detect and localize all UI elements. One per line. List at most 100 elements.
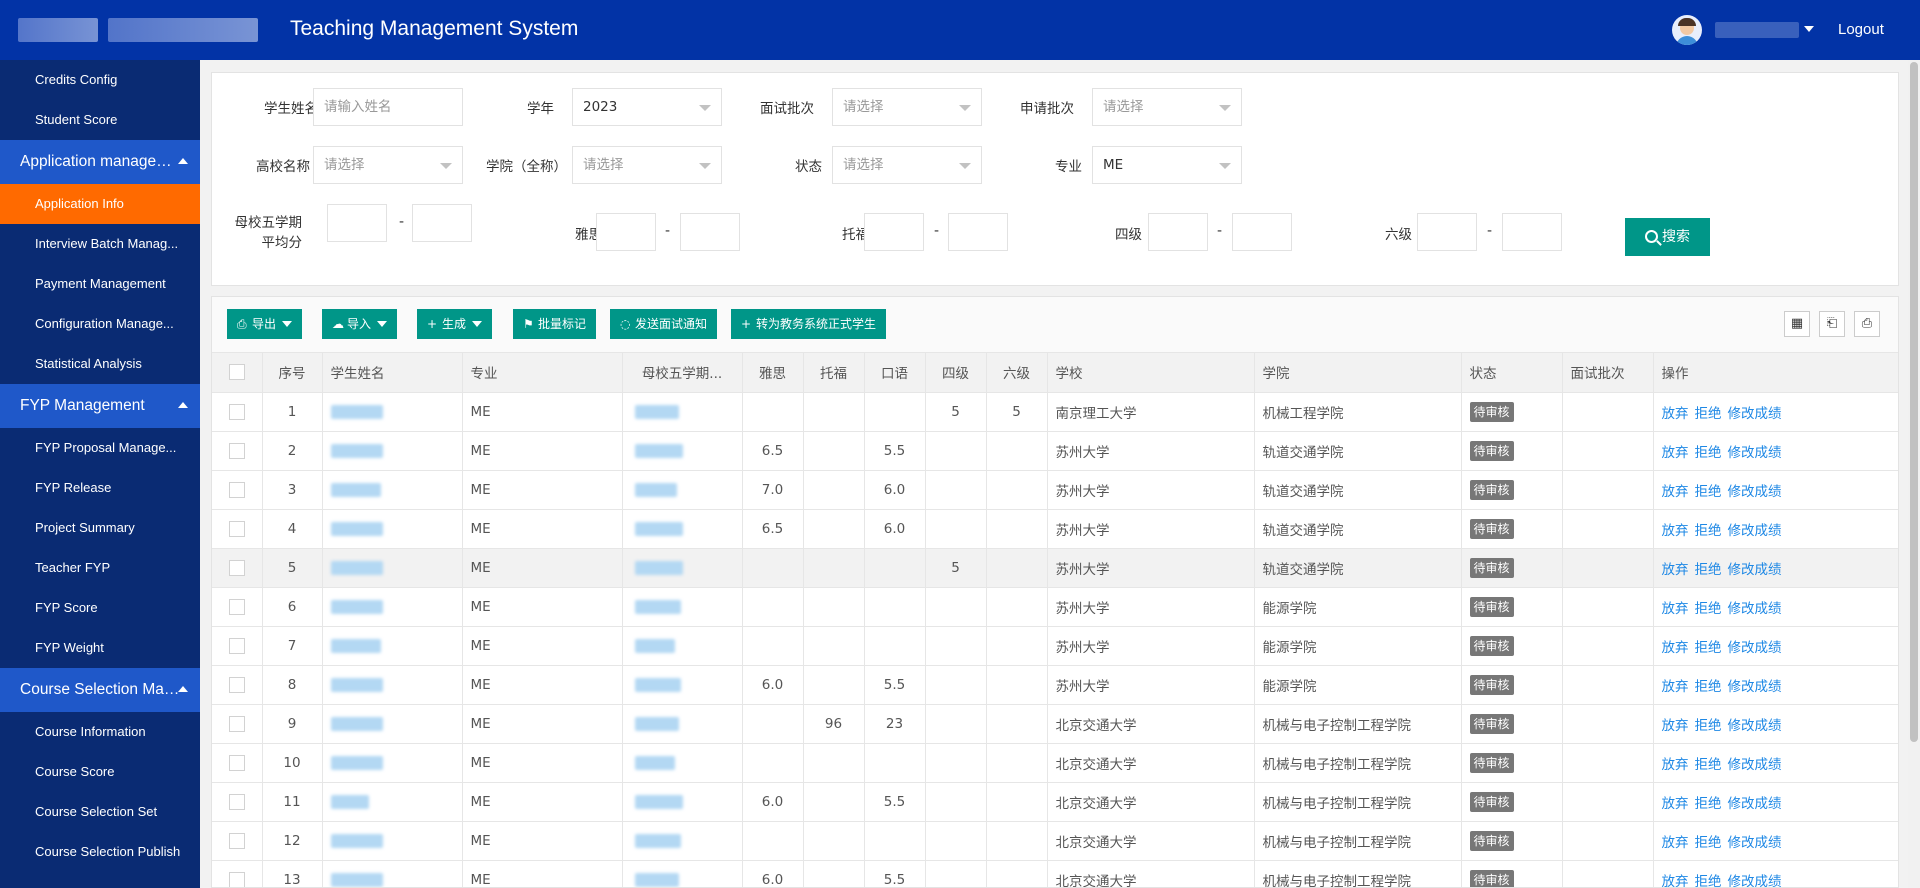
toefl-cell[interactable]: [803, 548, 865, 588]
cet6-max-input[interactable]: [1502, 213, 1562, 251]
university-select[interactable]: 请选择: [313, 146, 463, 184]
reject-link[interactable]: 拒绝: [1695, 601, 1722, 617]
cet4-cell[interactable]: [925, 704, 987, 744]
reject-link[interactable]: 拒绝: [1695, 445, 1722, 461]
cet6-min-input[interactable]: [1417, 213, 1477, 251]
import-button[interactable]: ☁ 导入: [322, 309, 398, 339]
cet4-cell[interactable]: [925, 743, 987, 783]
cet6-cell[interactable]: [986, 704, 1048, 744]
abandon-link[interactable]: 放弃: [1662, 835, 1689, 851]
toefl-cell[interactable]: [803, 509, 865, 549]
export-file-icon[interactable]: ⎗: [1819, 311, 1845, 337]
row-checkbox[interactable]: [228, 754, 245, 771]
scrollbar-thumb[interactable]: [1910, 62, 1918, 742]
toefl-cell[interactable]: [803, 470, 865, 510]
ielts-cell[interactable]: [742, 587, 804, 627]
page-scrollbar[interactable]: [1908, 60, 1920, 888]
cet6-cell[interactable]: [986, 470, 1048, 510]
col-header[interactable]: 雅思: [742, 353, 804, 393]
ielts-cell[interactable]: [742, 821, 804, 861]
col-header[interactable]: 学生姓名: [322, 353, 463, 393]
sidebar-item-interview-batch[interactable]: Interview Batch Manag...: [0, 224, 200, 264]
ielts-min-input[interactable]: [596, 213, 656, 251]
row-checkbox[interactable]: [228, 637, 245, 654]
cet6-cell[interactable]: [986, 860, 1048, 887]
cet6-cell[interactable]: [986, 821, 1048, 861]
abandon-link[interactable]: 放弃: [1662, 874, 1689, 888]
ielts-cell[interactable]: [742, 704, 804, 744]
cet4-cell[interactable]: [925, 509, 987, 549]
status-select[interactable]: 请选择: [832, 146, 982, 184]
table-row[interactable]: 12 ME 北京交通大学 机械与电子控制工程学院 待审核 放弃 拒绝 修改成绩: [212, 821, 1898, 861]
cet6-cell[interactable]: [986, 743, 1048, 783]
gpa-max-input[interactable]: [412, 204, 472, 242]
toefl-cell[interactable]: [803, 821, 865, 861]
cet4-cell[interactable]: [925, 782, 987, 822]
reject-link[interactable]: 拒绝: [1695, 523, 1722, 539]
cet6-cell[interactable]: [986, 626, 1048, 666]
year-select[interactable]: 2023: [572, 88, 722, 126]
table-row[interactable]: 7 ME 苏州大学 能源学院 待审核 放弃 拒绝 修改成绩: [212, 626, 1898, 666]
apply-batch-select[interactable]: 请选择: [1092, 88, 1242, 126]
cet4-min-input[interactable]: [1148, 213, 1208, 251]
col-header[interactable]: 学院: [1254, 353, 1462, 393]
search-button[interactable]: 搜索: [1625, 218, 1710, 256]
row-checkbox[interactable]: [228, 715, 245, 732]
user-avatar[interactable]: [1672, 15, 1702, 45]
row-select-cell[interactable]: [212, 509, 263, 549]
sidebar-item-application-info[interactable]: Application Info: [0, 184, 200, 224]
reject-link[interactable]: 拒绝: [1695, 406, 1722, 422]
edit-score-link[interactable]: 修改成绩: [1728, 757, 1782, 773]
abandon-link[interactable]: 放弃: [1662, 445, 1689, 461]
table-row[interactable]: 2 ME 6.5 5.5 苏州大学 轨道交通学院 待审核 放弃 拒绝 修改成绩: [212, 431, 1898, 471]
table-row[interactable]: 8 ME 6.0 5.5 苏州大学 能源学院 待审核 放弃 拒绝 修改成绩: [212, 665, 1898, 705]
row-select-cell[interactable]: [212, 860, 263, 887]
row-select-cell[interactable]: [212, 470, 263, 510]
row-checkbox[interactable]: [228, 520, 245, 537]
abandon-link[interactable]: 放弃: [1662, 796, 1689, 812]
toefl-cell[interactable]: [803, 665, 865, 705]
edit-score-link[interactable]: 修改成绩: [1728, 835, 1782, 851]
edit-score-link[interactable]: 修改成绩: [1728, 484, 1782, 500]
select-all-checkbox[interactable]: [228, 364, 245, 381]
edit-score-link[interactable]: 修改成绩: [1728, 679, 1782, 695]
edit-score-link[interactable]: 修改成绩: [1728, 796, 1782, 812]
toefl-cell[interactable]: [803, 431, 865, 471]
abandon-link[interactable]: 放弃: [1662, 640, 1689, 656]
col-header[interactable]: 序号: [262, 353, 323, 393]
cet4-cell[interactable]: [925, 665, 987, 705]
sidebar-item-student-score[interactable]: Student Score: [0, 100, 200, 140]
interview-batch-select[interactable]: 请选择: [832, 88, 982, 126]
cet4-cell[interactable]: [925, 821, 987, 861]
row-select-cell[interactable]: [212, 782, 263, 822]
row-checkbox[interactable]: [228, 871, 245, 887]
sidebar-group-application-management[interactable]: Application managem...: [0, 140, 200, 184]
row-select-cell[interactable]: [212, 431, 263, 471]
cet6-cell[interactable]: 5: [986, 392, 1048, 432]
reject-link[interactable]: 拒绝: [1695, 640, 1722, 656]
table-row[interactable]: 9 ME 96 23 北京交通大学 机械与电子控制工程学院 待审核 放弃 拒绝 修改成绩: [212, 704, 1898, 744]
row-checkbox[interactable]: [228, 793, 245, 810]
toefl-cell[interactable]: [803, 860, 865, 887]
student-name-input[interactable]: 请输入姓名: [313, 88, 463, 126]
select-all-cell[interactable]: [212, 353, 263, 393]
reject-link[interactable]: 拒绝: [1695, 718, 1722, 734]
logout-link[interactable]: Logout: [1838, 21, 1884, 38]
cet4-cell[interactable]: [925, 431, 987, 471]
reject-link[interactable]: 拒绝: [1695, 484, 1722, 500]
reject-link[interactable]: 拒绝: [1695, 562, 1722, 578]
abandon-link[interactable]: 放弃: [1662, 757, 1689, 773]
col-header[interactable]: 四级: [925, 353, 987, 393]
col-header[interactable]: 状态: [1461, 353, 1563, 393]
sidebar-item-course-selection-set[interactable]: Course Selection Set: [0, 792, 200, 832]
ielts-cell[interactable]: [742, 392, 804, 432]
username-blurred[interactable]: [1715, 22, 1799, 38]
toefl-cell[interactable]: [803, 392, 865, 432]
abandon-link[interactable]: 放弃: [1662, 679, 1689, 695]
row-checkbox[interactable]: [228, 403, 245, 420]
row-select-cell[interactable]: [212, 821, 263, 861]
table-row[interactable]: 3 ME 7.0 6.0 苏州大学 轨道交通学院 待审核 放弃 拒绝 修改成绩: [212, 470, 1898, 510]
edit-score-link[interactable]: 修改成绩: [1728, 523, 1782, 539]
sidebar-group-course-selection[interactable]: Course Selection Man...: [0, 668, 200, 712]
col-header[interactable]: 六级: [986, 353, 1048, 393]
